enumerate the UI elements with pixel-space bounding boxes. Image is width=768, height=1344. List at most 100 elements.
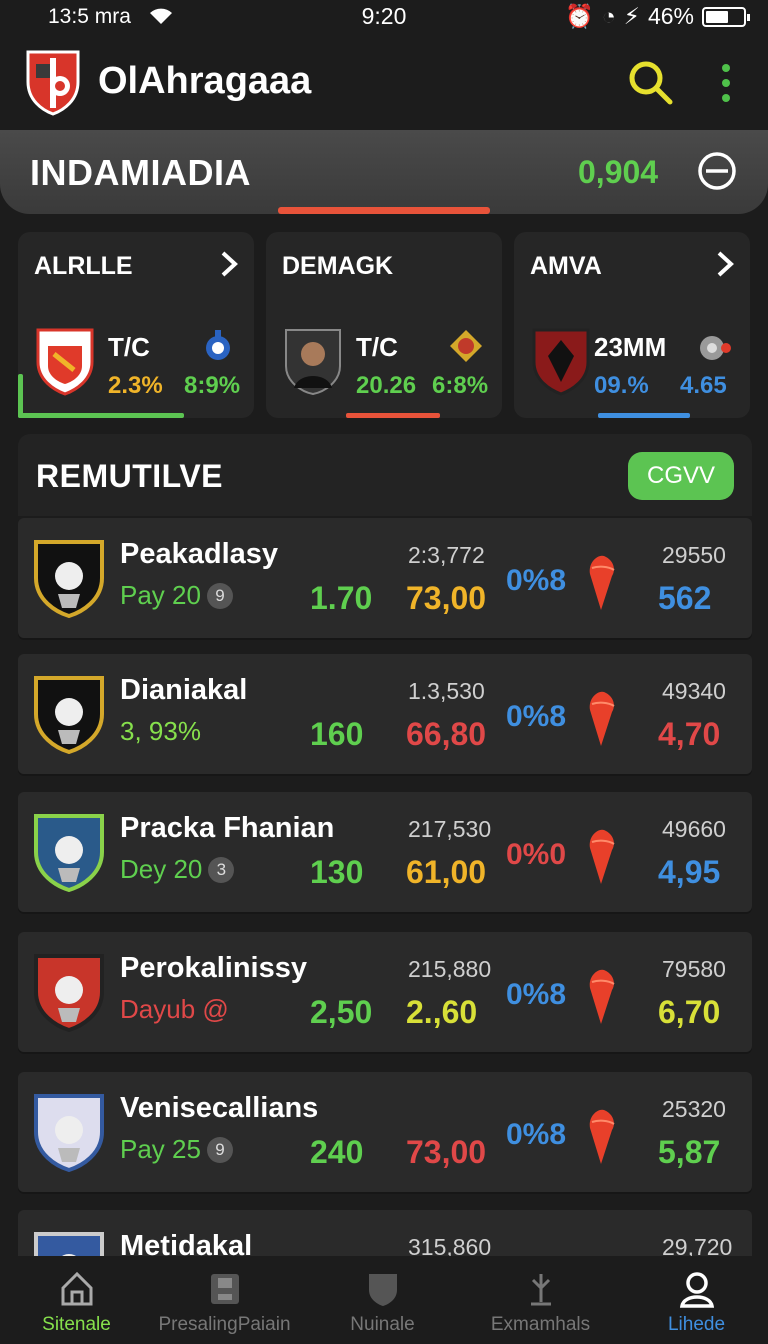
flame-icon[interactable] xyxy=(584,1106,618,1166)
category-stat-2: 4.65 xyxy=(680,372,727,399)
count-badge: 9 xyxy=(206,582,233,609)
team-subtitle-text: Pay 25 xyxy=(120,1134,201,1164)
list-item[interactable]: Dianiakal 3, 93% 160 1.3,530 66,80 0%8 4… xyxy=(18,654,752,774)
list-item[interactable]: Venisecallians Pay 25 9 240 73,00 0%8 25… xyxy=(18,1072,752,1192)
stat-odds: 0%8 xyxy=(506,978,567,1011)
minus-circle-icon[interactable] xyxy=(696,150,738,192)
team-name: Perokalinissy xyxy=(120,952,307,984)
hero-value: 0,904 xyxy=(578,154,659,190)
battery-icon xyxy=(702,6,750,27)
search-icon[interactable] xyxy=(626,58,674,106)
section-header: REMUTILVE CGVV xyxy=(18,434,752,516)
stat-odds: 0%8 xyxy=(506,564,567,597)
team-subtitle-text: 3, 93% xyxy=(120,716,201,746)
category-indicator xyxy=(346,413,440,418)
hero-tab-indicator xyxy=(278,207,490,214)
nav-item-saved[interactable]: PresalingPaiain xyxy=(148,1256,301,1344)
user-icon xyxy=(679,1272,714,1308)
stat-total: 49340 xyxy=(662,678,726,704)
stat-primary: 130 xyxy=(310,854,364,890)
nav-item-shield[interactable]: Nuinale xyxy=(306,1256,459,1344)
team-subtitle-text: Dayub @ xyxy=(120,994,229,1024)
stat-volume: 2:3,772 xyxy=(408,542,485,568)
nav-label: Sitenale xyxy=(42,1314,111,1335)
flame-icon[interactable] xyxy=(584,826,618,886)
stat-value: 4,70 xyxy=(658,716,721,752)
status-right: ⏰ ◔ ⚡ 46% xyxy=(565,3,750,30)
category-card-2[interactable]: DEMAGK T/C 20.26 6:8% xyxy=(266,232,502,418)
nav-item-home[interactable]: Sitenale xyxy=(0,1256,153,1344)
flame-icon[interactable] xyxy=(584,552,618,612)
stat-odds: 0%8 xyxy=(506,1118,567,1151)
team-subtitle-text: Pay 20 xyxy=(120,580,201,610)
chevron-right-icon[interactable] xyxy=(218,250,240,278)
list-item[interactable]: Perokalinissy Dayub @ 2,50 215,880 2.,60… xyxy=(18,932,752,1052)
alarm-icon: ⏰ xyxy=(565,3,594,29)
category-code: T/C xyxy=(356,332,398,362)
stat-total: 25320 xyxy=(662,1096,726,1122)
category-indicator xyxy=(18,413,184,418)
section-action-button[interactable]: CGVV xyxy=(628,452,734,500)
flame-icon[interactable] xyxy=(584,966,618,1026)
category-card-3[interactable]: AMVA 23MM 09.% 4.65 xyxy=(514,232,750,418)
stat-volume: 217,530 xyxy=(408,816,492,842)
chevron-right-icon[interactable] xyxy=(714,250,736,278)
category-label: AMVA xyxy=(530,252,602,280)
badge-icon xyxy=(206,330,230,360)
more-options-icon[interactable] xyxy=(712,60,740,106)
app-title: OlAhragaaa xyxy=(98,60,312,102)
stat-price: 2.,60 xyxy=(406,994,478,1030)
stat-value: 4,95 xyxy=(658,854,721,890)
stat-total: 79580 xyxy=(662,956,726,982)
category-stat-1: 09.% xyxy=(594,372,649,399)
stat-value: 5,87 xyxy=(658,1134,721,1170)
hero-banner: INDAMIADIA 0,904 xyxy=(0,130,768,214)
bottom-navigation: Sitenale PresalingPaiain Nuinale Exmamha… xyxy=(0,1256,768,1344)
charging-icon: ⚡ xyxy=(623,3,640,29)
team-crest-icon xyxy=(34,540,104,618)
save-icon xyxy=(210,1274,239,1304)
section-title: REMUTILVE xyxy=(36,458,224,494)
category-stat-1: 20.26 xyxy=(356,372,417,399)
list-item[interactable]: Peakadlasy Pay 20 9 1.70 2:3,772 73,00 0… xyxy=(18,518,752,638)
app-logo-icon xyxy=(26,50,80,116)
team-crest-icon xyxy=(532,328,590,396)
stat-value: 6,70 xyxy=(658,994,721,1030)
team-subtitle: 3, 93% xyxy=(120,716,201,747)
player-avatar-icon xyxy=(285,329,341,396)
nav-label: Lihede xyxy=(667,1314,726,1335)
stat-volume: 215,880 xyxy=(408,956,492,982)
app-bar: OlAhragaaa xyxy=(0,38,768,130)
count-badge: 3 xyxy=(208,856,235,883)
stat-total: 49660 xyxy=(662,816,726,842)
category-card-1[interactable]: ALRLLE T/C 2.3% 8:9% xyxy=(18,232,254,418)
badge-icon xyxy=(700,336,731,360)
team-subtitle: Dey 20 3 xyxy=(120,854,235,885)
team-subtitle-text: Dey 20 xyxy=(120,854,203,884)
team-name: Dianiakal xyxy=(120,674,248,706)
category-indicator-edge xyxy=(18,374,23,418)
count-badge: 9 xyxy=(206,1136,233,1163)
team-crest-icon xyxy=(34,676,104,754)
category-stat-2: 8:9% xyxy=(184,372,241,399)
hero-title: INDAMIADIA xyxy=(30,152,251,193)
flame-icon[interactable] xyxy=(584,688,618,748)
category-stat-1: 2.3% xyxy=(108,372,163,399)
category-label: DEMAGK xyxy=(282,252,394,280)
stat-total: 29550 xyxy=(662,542,726,568)
category-indicator xyxy=(598,413,690,418)
stat-price: 73,00 xyxy=(406,580,487,616)
category-code: 23MM xyxy=(594,332,667,362)
badge-icon xyxy=(450,330,482,362)
nav-label: Exmamhals xyxy=(490,1314,591,1335)
team-subtitle: Pay 20 9 xyxy=(120,580,233,611)
stat-value: 562 xyxy=(658,580,712,616)
nav-item-trophy[interactable]: Exmamhals xyxy=(464,1256,617,1344)
list-item[interactable]: Pracka Fhanian Dey 20 3 130 217,530 61,0… xyxy=(18,792,752,912)
team-crest-icon xyxy=(36,328,94,396)
nav-item-profile[interactable]: Lihede xyxy=(620,1256,768,1344)
stat-price: 66,80 xyxy=(406,716,487,752)
category-code: T/C xyxy=(108,332,150,362)
stat-volume: 1.3,530 xyxy=(408,678,485,704)
stat-odds: 0%0 xyxy=(506,838,567,871)
